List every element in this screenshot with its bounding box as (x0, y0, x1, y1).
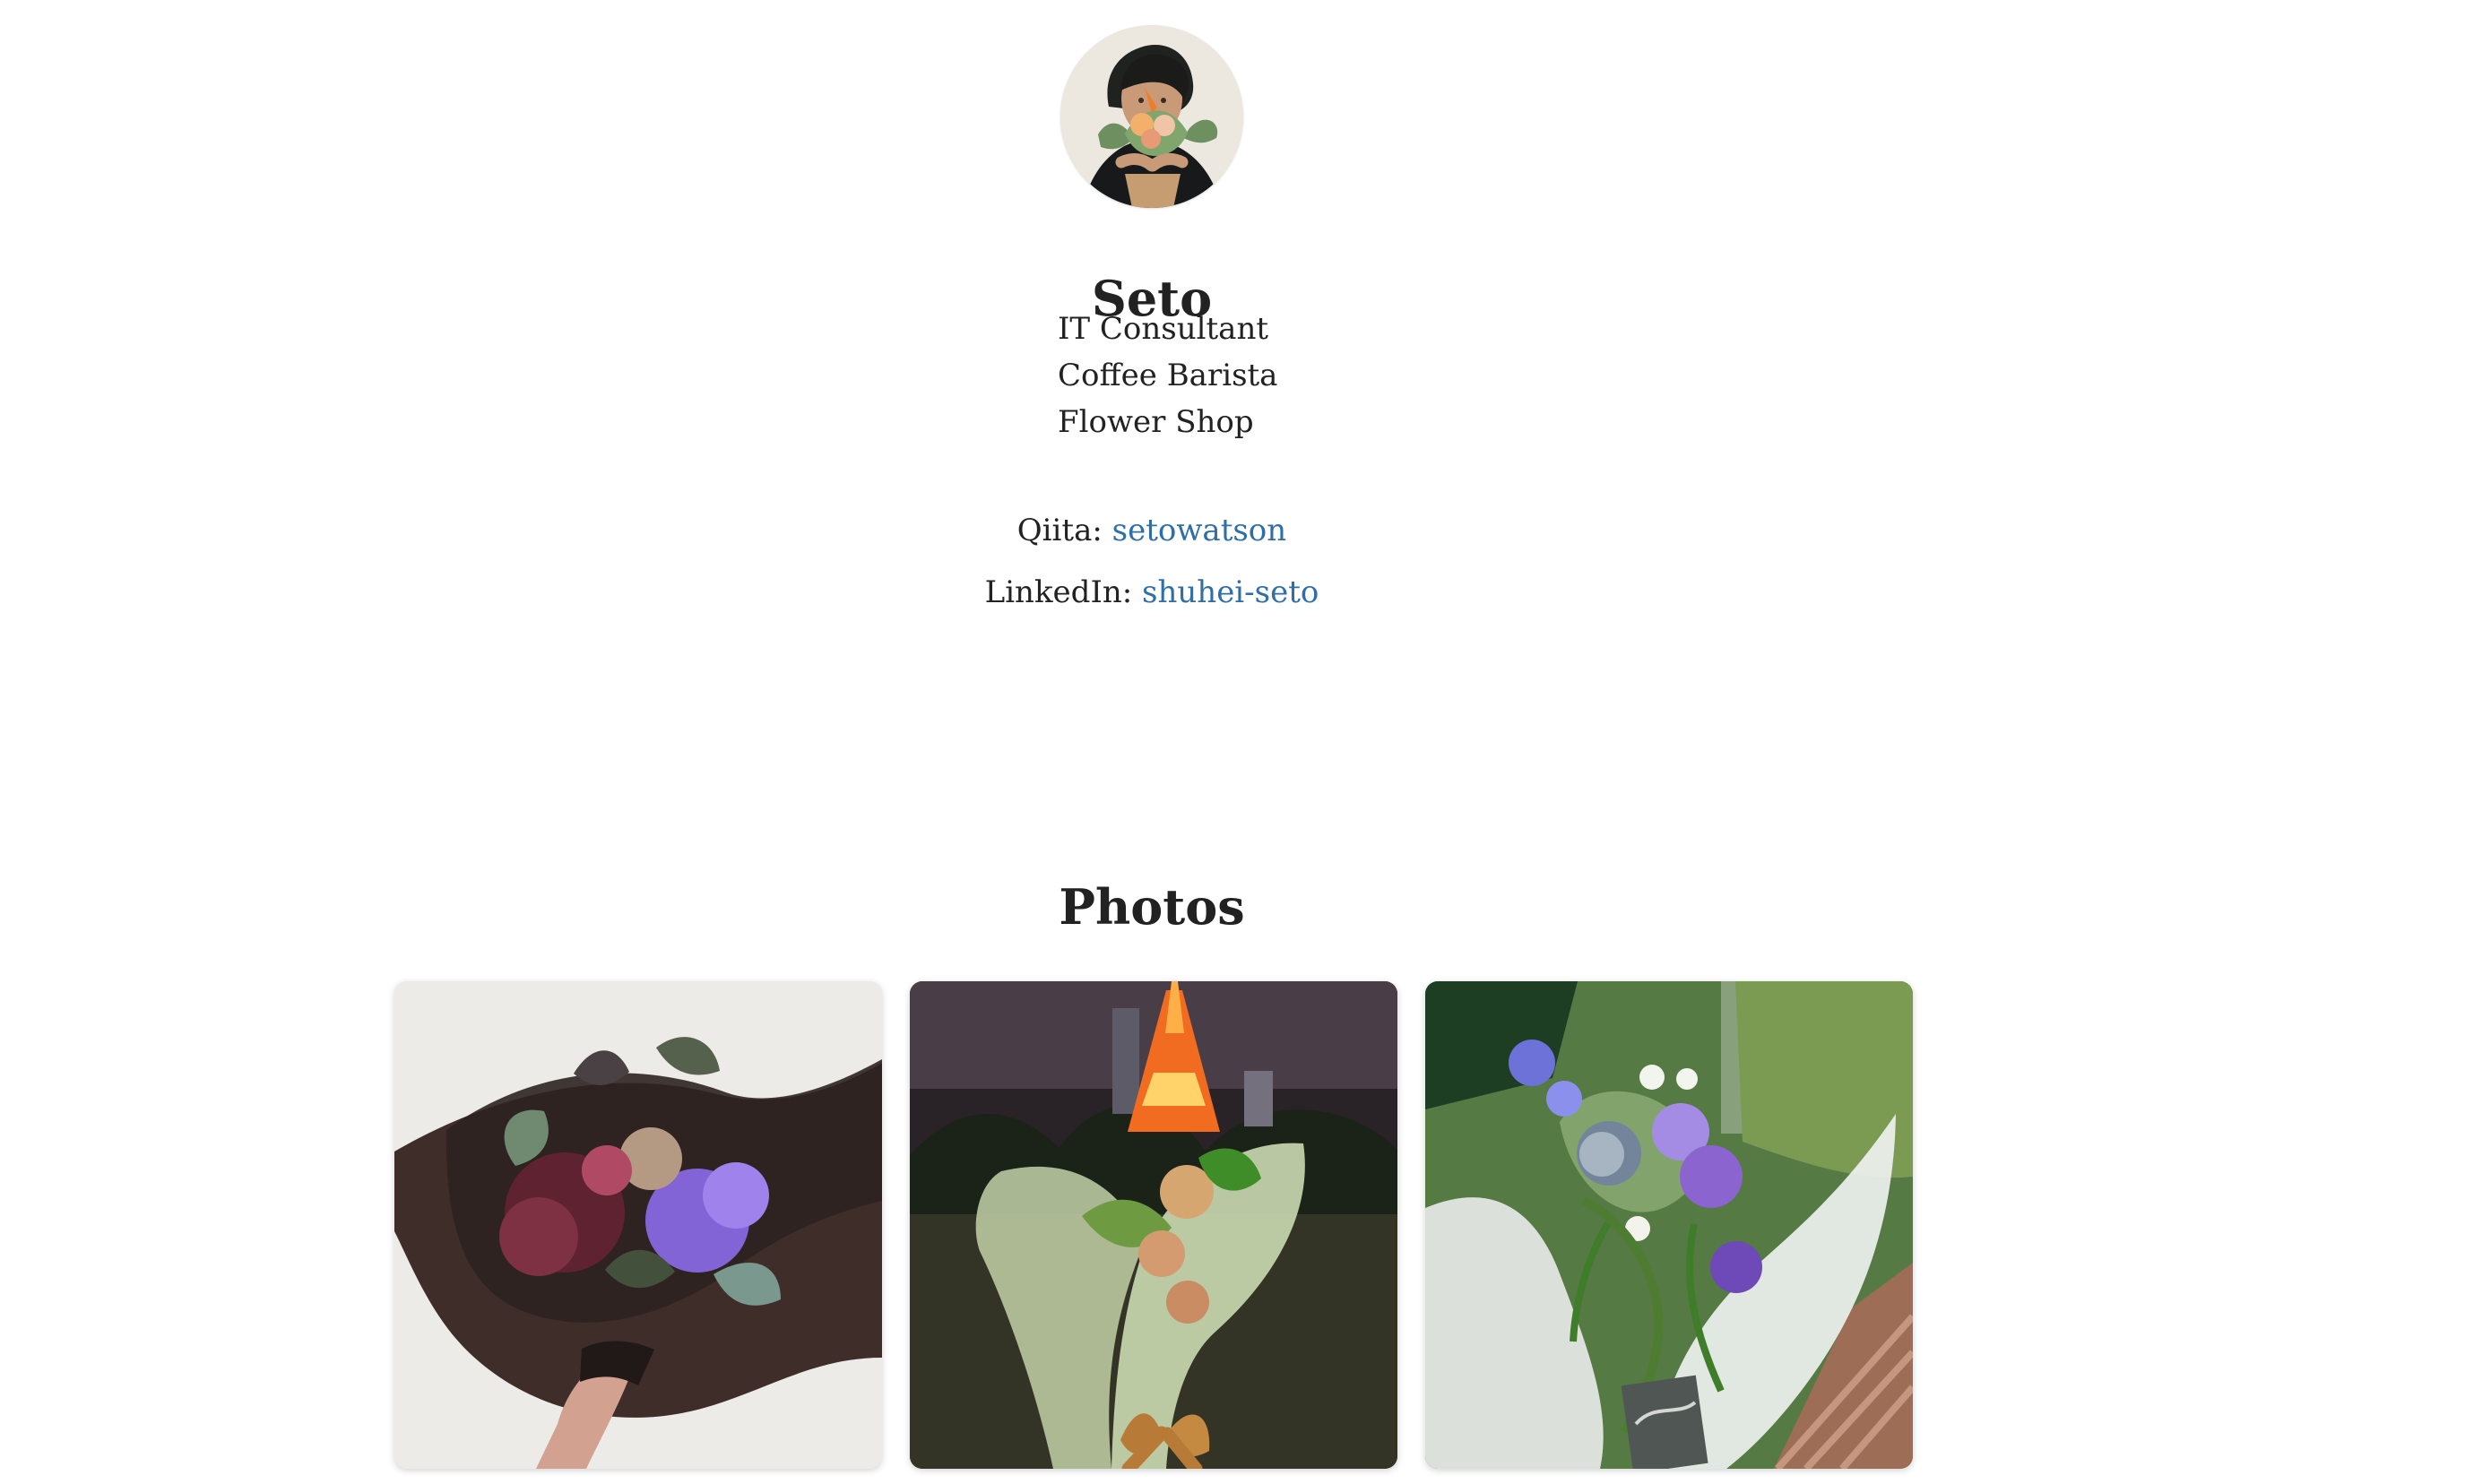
photo-gallery (394, 981, 1913, 1470)
linkedin-link-row: LinkedIn: shuhei-seto (0, 562, 2304, 624)
qiita-link-row: Qiita: setowatson (0, 500, 2304, 562)
role-coffee-barista: Coffee Barista (1058, 358, 1278, 393)
qiita-label: Qiita: (1016, 513, 1112, 548)
qiita-link[interactable]: setowatson (1112, 513, 1287, 548)
photo-wildflower-bouquet[interactable] (1425, 981, 1913, 1469)
social-links: Qiita: setowatson LinkedIn: shuhei-seto (0, 500, 2304, 624)
photo-thumbnail-icon (394, 981, 882, 1469)
photos-heading: Photos (1059, 877, 1245, 936)
linkedin-label: LinkedIn: (984, 574, 1143, 610)
photo-purple-hydrangea-bouquet[interactable] (394, 981, 882, 1469)
linkedin-link[interactable]: shuhei-seto (1142, 574, 1319, 610)
photo-tokyo-tower-bouquet[interactable] (910, 981, 1397, 1469)
avatar (1060, 25, 1243, 208)
avatar-photo (1060, 25, 1243, 208)
photo-thumbnail-icon (910, 981, 1397, 1469)
profile-page: Seto IT Consultant Coffee Barista Flower… (0, 0, 2465, 1484)
profile-roles: IT Consultant Coffee Barista Flower Shop (1058, 306, 1277, 445)
profile-section: Seto IT Consultant Coffee Barista Flower… (0, 0, 2304, 627)
photo-thumbnail-icon (1425, 981, 1913, 1469)
role-it-consultant: IT Consultant (1058, 311, 1269, 347)
role-flower-shop: Flower Shop (1058, 404, 1254, 440)
